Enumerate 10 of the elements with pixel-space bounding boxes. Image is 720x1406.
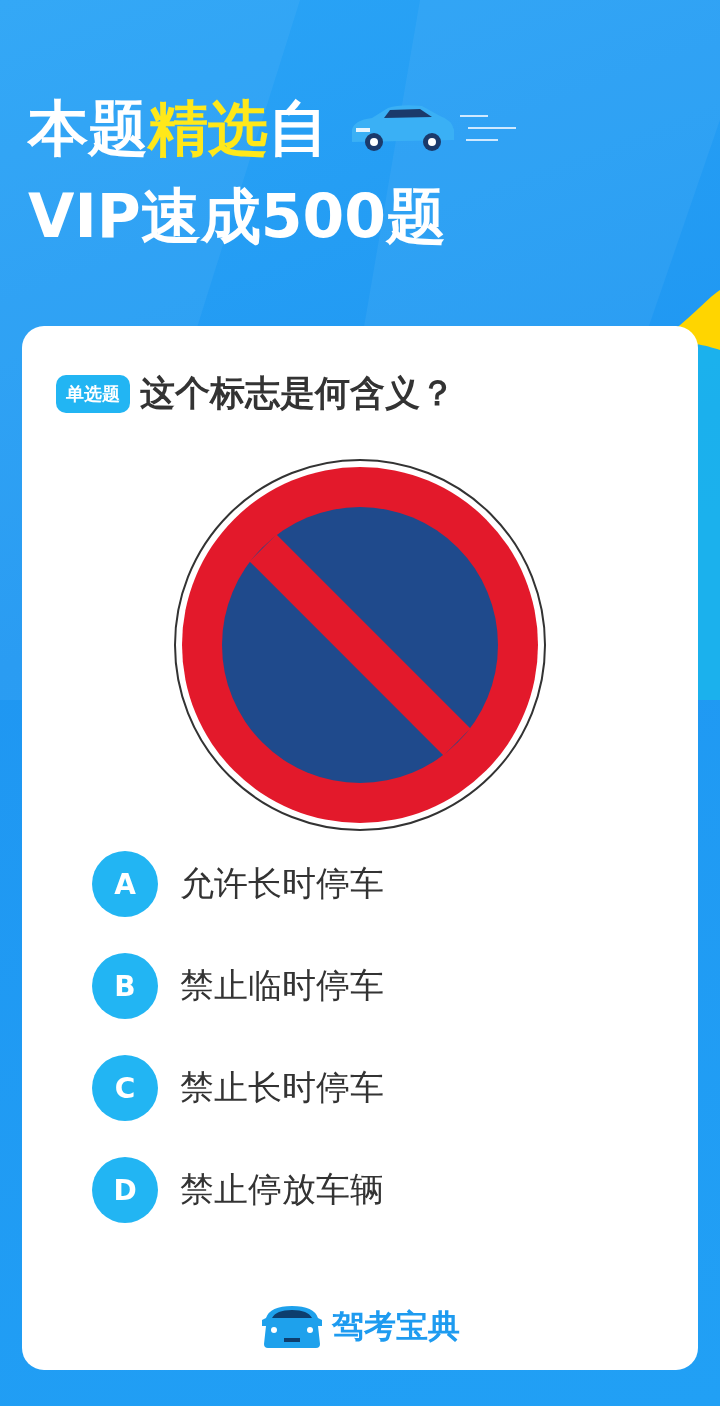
question-type-badge: 单选题 <box>56 374 130 413</box>
brand-name: 驾考宝典 <box>332 1306 460 1347</box>
headline: VIP速成500题 <box>28 180 446 253</box>
answer-option[interactable]: A 允许长时停车 <box>92 851 384 917</box>
answer-option[interactable]: D 禁止停放车辆 <box>92 1157 384 1223</box>
answer-option[interactable]: C 禁止长时停车 <box>92 1055 384 1121</box>
car-logo-icon <box>260 1304 324 1350</box>
headline: 本题精选自 <box>28 92 328 165</box>
answer-option[interactable]: B 禁止临时停车 <box>92 953 384 1019</box>
question-text: 这个标志是何含义？ <box>140 372 455 415</box>
